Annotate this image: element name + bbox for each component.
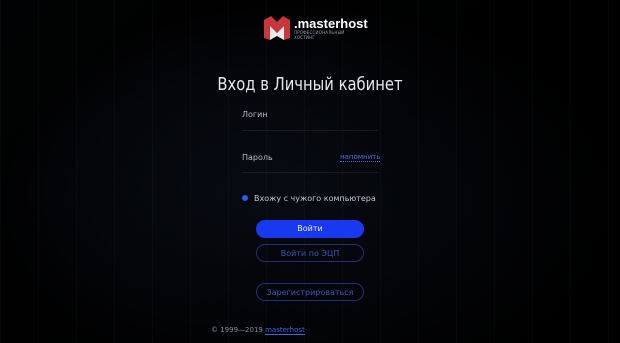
login-field[interactable] bbox=[242, 130, 378, 131]
footer-brand-link[interactable]: masterhost bbox=[265, 326, 305, 335]
footer: © 1999—2019 masterhost bbox=[211, 326, 305, 335]
foreign-computer-label[interactable]: Вхожу с чужого компьютера bbox=[254, 194, 376, 203]
footer-copyright: © 1999—2019 bbox=[211, 326, 263, 334]
login-button[interactable]: Войти bbox=[256, 220, 364, 238]
masterhost-m-icon bbox=[264, 16, 290, 40]
remind-password-link[interactable]: напомнить bbox=[340, 153, 381, 162]
foreign-computer-checkbox[interactable] bbox=[242, 195, 248, 201]
register-button[interactable]: Зарегистрироваться bbox=[256, 283, 364, 301]
masterhost-logo[interactable]: .masterhost ПРОФЕССИОНАЛЬНЫЙ ХОСТИНГ bbox=[264, 16, 368, 40]
logo-name: .masterhost bbox=[294, 15, 368, 31]
logo-tagline: ПРОФЕССИОНАЛЬНЫЙ ХОСТИНГ bbox=[294, 29, 345, 40]
password-label: Пароль bbox=[242, 153, 273, 162]
password-field[interactable] bbox=[242, 172, 378, 173]
page-title: Вход в Личный кабинет bbox=[217, 74, 403, 95]
eds-login-button[interactable]: Войти по ЭЦП bbox=[256, 244, 364, 262]
login-label: Логин bbox=[242, 110, 268, 119]
